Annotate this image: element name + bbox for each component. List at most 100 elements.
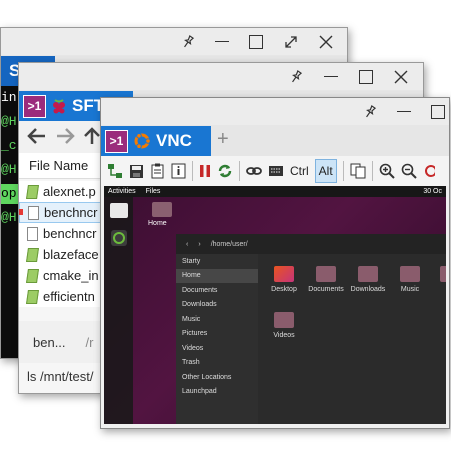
- sidebar-item[interactable]: Music: [176, 312, 258, 327]
- save-icon[interactable]: [129, 160, 144, 182]
- bottom-path-label: /r: [85, 334, 94, 350]
- folder-item[interactable]: Desktop: [264, 266, 304, 293]
- new-tab-icon[interactable]: +: [217, 128, 229, 151]
- chevron-left-icon[interactable]: ‹: [186, 241, 188, 248]
- file-name: efficientn: [43, 289, 95, 304]
- folder-icon: [358, 266, 378, 282]
- sidebar-item[interactable]: Home: [176, 268, 258, 283]
- close-icon[interactable]: [311, 28, 341, 55]
- ssh-titlebar[interactable]: [1, 28, 347, 55]
- folder-icon: [274, 266, 294, 282]
- maximize-icon[interactable]: [241, 28, 271, 55]
- back-arrow-icon[interactable]: [27, 127, 47, 150]
- chevron-right-icon[interactable]: ›: [198, 241, 200, 248]
- remote-desktop[interactable]: Activities Files 30 Oc Home ‹ › /home/us…: [104, 186, 446, 424]
- folder-item[interactable]: P: [430, 266, 446, 293]
- chain-icon[interactable]: [246, 160, 262, 182]
- file-name: cmake_in: [43, 268, 99, 283]
- copy-icon[interactable]: [350, 160, 366, 182]
- sidebar-item[interactable]: Starty: [176, 254, 258, 269]
- file-row[interactable]: blazeface: [19, 244, 109, 265]
- files-app-icon[interactable]: [109, 203, 128, 218]
- folder-label: Music: [400, 286, 420, 293]
- sftp-bottom-pane: ben... /r: [19, 321, 109, 363]
- minimize-icon[interactable]: [389, 98, 419, 125]
- toolbar-divider: [192, 161, 193, 181]
- sftp-titlebar[interactable]: [19, 63, 423, 90]
- sidebar-item[interactable]: Other Locations: [176, 370, 258, 385]
- toolbar-divider: [342, 161, 344, 181]
- sidebar-item[interactable]: Documents: [176, 283, 258, 298]
- sidebar-item[interactable]: Videos: [176, 341, 258, 356]
- record-icon[interactable]: [423, 160, 435, 182]
- close-icon[interactable]: [386, 63, 416, 90]
- file-row[interactable]: benchncr: [19, 202, 109, 223]
- folder-icon: [440, 266, 446, 282]
- vnc-window: >1 VNC + Ctrl Alt Activities Files 30 Oc…: [100, 97, 450, 429]
- home-folder-icon[interactable]: [152, 202, 172, 217]
- python-file-icon: [26, 268, 39, 283]
- file-manager-window: ‹ › /home/user/ Starty Home Documents Downl…: [176, 234, 446, 424]
- zoom-in-icon[interactable]: [379, 160, 395, 182]
- files-menu-label[interactable]: Files: [146, 188, 161, 195]
- pin-icon[interactable]: [173, 28, 203, 55]
- document-icon: [28, 205, 39, 220]
- network-icon[interactable]: [107, 160, 123, 182]
- file-name: blazeface: [43, 247, 99, 262]
- file-name: alexnet.p: [43, 184, 96, 199]
- folder-label: Documents: [308, 286, 344, 293]
- toolbar-divider: [371, 161, 373, 181]
- pin-icon[interactable]: [355, 98, 385, 125]
- alt-key-button[interactable]: Alt: [314, 159, 337, 183]
- app-logo-icon: >1: [23, 94, 46, 118]
- activities-label[interactable]: Activities: [108, 188, 136, 195]
- vnc-titlebar[interactable]: [101, 98, 449, 125]
- info-icon[interactable]: [171, 160, 186, 182]
- vnc-toolbar: Ctrl Alt: [101, 156, 449, 186]
- path-bar[interactable]: /home/user/: [211, 241, 248, 248]
- pin-icon[interactable]: [281, 63, 311, 90]
- folder-icon: [400, 266, 420, 282]
- file-row[interactable]: efficientn: [19, 286, 109, 307]
- minimize-icon[interactable]: [316, 63, 346, 90]
- forward-arrow-icon[interactable]: [55, 127, 75, 150]
- clock-label: 30 Oc: [423, 188, 442, 195]
- sidebar-item[interactable]: Downloads: [176, 298, 258, 313]
- folder-label: P: [430, 286, 446, 293]
- file-row[interactable]: alexnet.p: [19, 181, 109, 202]
- minimize-icon[interactable]: [207, 28, 237, 55]
- folder-icon: [316, 266, 336, 282]
- bottom-file-label[interactable]: ben...: [33, 335, 66, 350]
- folder-item[interactable]: Downloads: [348, 266, 388, 293]
- toolbar-divider: [239, 161, 240, 181]
- fullscreen-icon[interactable]: [276, 28, 306, 55]
- app-logo-icon: >1: [105, 129, 128, 153]
- up-arrow-icon[interactable]: [83, 127, 101, 150]
- zoom-out-icon[interactable]: [401, 160, 417, 182]
- python-file-icon: [26, 184, 39, 199]
- tab-vnc[interactable]: >1 VNC: [101, 126, 211, 156]
- gnome-top-bar: Activities Files 30 Oc: [104, 186, 446, 197]
- pause-icon[interactable]: [199, 160, 211, 182]
- file-row[interactable]: benchncr: [19, 223, 109, 244]
- file-name-column-header[interactable]: File Name: [19, 153, 109, 179]
- recycle-icon[interactable]: [110, 230, 127, 246]
- sidebar-item[interactable]: Trash: [176, 356, 258, 371]
- folder-item[interactable]: Music: [390, 266, 430, 293]
- refresh-icon[interactable]: [217, 160, 233, 182]
- folder-item[interactable]: Documents: [306, 266, 346, 293]
- ctrl-key-button[interactable]: Ctrl: [290, 160, 309, 182]
- sidebar-item[interactable]: Launchpad: [176, 385, 258, 400]
- clipboard-icon[interactable]: [150, 160, 165, 182]
- document-icon: [27, 226, 38, 241]
- home-icon-label: Home: [148, 220, 167, 227]
- file-row[interactable]: cmake_in: [19, 265, 109, 286]
- folder-item[interactable]: Videos: [264, 312, 304, 339]
- keyboard-icon[interactable]: [268, 160, 284, 182]
- folder-label: Videos: [273, 332, 295, 339]
- dock: [104, 197, 133, 424]
- sidebar-item[interactable]: Pictures: [176, 327, 258, 342]
- vnc-tabstrip: >1 VNC +: [101, 125, 449, 156]
- maximize-icon[interactable]: [423, 98, 451, 125]
- maximize-icon[interactable]: [351, 63, 381, 90]
